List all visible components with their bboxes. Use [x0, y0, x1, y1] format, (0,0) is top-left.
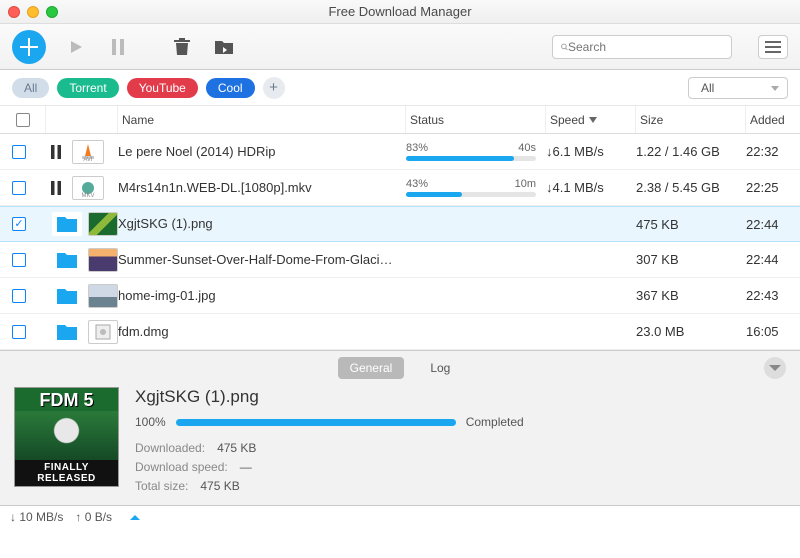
status-bar: ↓ 10 MB/s ↑ 0 B/s [0, 505, 800, 529]
file-thumbnail [88, 320, 118, 344]
table-row[interactable]: MKV M4rs14n1n.WEB-DL.[1080p].mkv43%10m ↓4.… [0, 170, 800, 206]
pause-icon [46, 145, 66, 159]
details-pane: General Log FDM 5 FINALLY RELEASED XgjtS… [0, 350, 800, 505]
search-input[interactable] [568, 40, 723, 54]
filter-dropdown[interactable]: All [688, 77, 788, 99]
added-cell: 22:32 [746, 144, 800, 159]
file-thumbnail [88, 284, 118, 308]
col-speed[interactable]: Speed [546, 106, 636, 133]
hamburger-icon [765, 41, 781, 53]
size-cell: 367 KB [636, 288, 746, 303]
file-name: Summer-Sunset-Over-Half-Dome-From-Glacie… [118, 242, 406, 278]
table-row[interactable]: XgjtSKG (1).png 475 KB22:44 [0, 206, 800, 242]
pause-button[interactable] [106, 35, 130, 59]
tab-log[interactable]: Log [418, 357, 462, 379]
tag-cool[interactable]: Cool [206, 78, 255, 98]
tag-torrent[interactable]: Torrent [57, 78, 118, 98]
open-folder-button[interactable] [52, 248, 82, 272]
open-folder-button[interactable] [52, 212, 82, 236]
file-name: fdm.dmg [118, 314, 406, 350]
row-checkbox[interactable] [12, 253, 26, 267]
col-status[interactable]: Status [406, 106, 546, 133]
speed-menu-button[interactable] [130, 514, 140, 521]
play-button[interactable] [64, 35, 88, 59]
table-header: Name Status Speed Size Added [0, 106, 800, 134]
file-thumbnail [88, 248, 118, 272]
tags-bar: All Torrent YouTube Cool + All [0, 70, 800, 106]
col-name[interactable]: Name [118, 106, 406, 133]
download-speed-limit: ↓ 10 MB/s [10, 510, 63, 524]
progress: 43%10m [406, 178, 536, 197]
added-cell: 22:44 [746, 217, 800, 232]
downloads-list: AVI Le pere Noel (2014) HDRip83%40s ↓6.1 M… [0, 134, 800, 350]
filter-label: All [701, 81, 714, 95]
chevron-down-icon [769, 364, 781, 372]
open-folder-button[interactable] [52, 320, 82, 344]
table-row[interactable]: AVI Le pere Noel (2014) HDRip83%40s ↓6.1 M… [0, 134, 800, 170]
toolbar [0, 24, 800, 70]
move-to-folder-button[interactable] [212, 35, 236, 59]
delete-button[interactable] [170, 35, 194, 59]
pause-icon [46, 181, 66, 195]
search-box[interactable] [552, 35, 732, 59]
hamburger-menu-button[interactable] [758, 35, 788, 59]
select-all-checkbox[interactable] [16, 113, 30, 127]
added-cell: 22:25 [746, 180, 800, 195]
tag-youtube[interactable]: YouTube [127, 78, 198, 98]
file-thumbnail: MKV [72, 176, 104, 200]
file-name: home-img-01.jpg [118, 278, 406, 314]
details-tabs: General Log [0, 351, 800, 385]
col-size[interactable]: Size [636, 106, 746, 133]
table-row[interactable]: Summer-Sunset-Over-Half-Dome-From-Glacie… [0, 242, 800, 278]
chevron-up-icon [130, 514, 140, 521]
window-title: Free Download Manager [0, 4, 800, 19]
file-thumbnail: AVI [72, 140, 104, 164]
add-tag-button[interactable]: + [263, 77, 285, 99]
size-cell: 307 KB [636, 252, 746, 267]
details-meta: Downloaded:475 KB Download speed:— Total… [135, 439, 786, 497]
row-checkbox[interactable] [12, 217, 26, 231]
progress: 83%40s [406, 142, 536, 161]
speed-cell: ↓6.1 MB/s [546, 144, 636, 159]
table-row[interactable]: home-img-01.jpg 367 KB22:43 [0, 278, 800, 314]
tab-general[interactable]: General [338, 357, 405, 379]
tag-all[interactable]: All [12, 78, 49, 98]
add-download-button[interactable] [12, 30, 46, 64]
added-cell: 22:44 [746, 252, 800, 267]
row-checkbox[interactable] [12, 289, 26, 303]
row-checkbox[interactable] [12, 325, 26, 339]
file-thumbnail [88, 212, 118, 236]
size-cell: 475 KB [636, 217, 746, 232]
added-cell: 16:05 [746, 324, 800, 339]
open-folder-button[interactable] [52, 284, 82, 308]
details-thumbnail: FDM 5 FINALLY RELEASED [14, 387, 119, 487]
size-cell: 1.22 / 1.46 GB [636, 144, 746, 159]
col-added[interactable]: Added [746, 106, 800, 133]
added-cell: 22:43 [746, 288, 800, 303]
details-progress: 100% Completed [135, 415, 786, 429]
file-name: M4rs14n1n.WEB-DL.[1080p].mkv [118, 170, 406, 206]
file-name: XgjtSKG (1).png [118, 206, 406, 242]
row-checkbox[interactable] [12, 145, 26, 159]
collapse-details-button[interactable] [764, 357, 786, 379]
row-checkbox[interactable] [12, 181, 26, 195]
size-cell: 23.0 MB [636, 324, 746, 339]
upload-speed-limit: ↑ 0 B/s [75, 510, 112, 524]
details-progress-bar [176, 419, 456, 426]
table-row[interactable]: fdm.dmg 23.0 MB16:05 [0, 314, 800, 350]
search-icon [561, 41, 568, 53]
details-filename: XgjtSKG (1).png [135, 387, 786, 407]
titlebar: Free Download Manager [0, 0, 800, 24]
chevron-down-icon [589, 117, 597, 123]
size-cell: 2.38 / 5.45 GB [636, 180, 746, 195]
speed-cell: ↓4.1 MB/s [546, 180, 636, 195]
file-name: Le pere Noel (2014) HDRip [118, 134, 406, 170]
